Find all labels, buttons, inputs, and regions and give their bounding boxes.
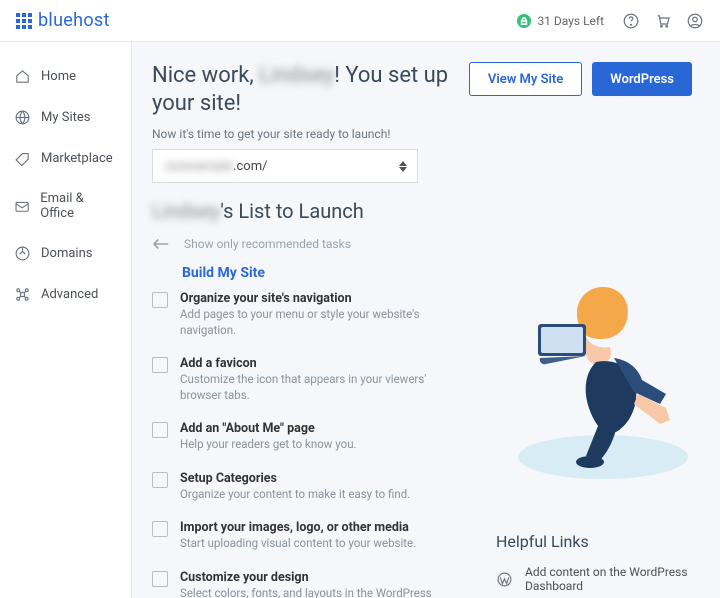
page-title: Nice work, Lindsey! You set up your site… <box>152 62 453 117</box>
site-selector[interactable]: ourexample.com/ <box>152 149 418 183</box>
sidebar: Home My Sites Marketplace Email & Office… <box>0 42 132 598</box>
task-checkbox[interactable] <box>152 472 168 488</box>
arrow-left-icon <box>152 238 170 250</box>
page-subtitle: Now it's time to get your site ready to … <box>152 127 453 141</box>
task-title: Add an "About Me" page <box>180 421 357 436</box>
task-desc: Organize your content to make it easy to… <box>180 487 410 503</box>
task-filter[interactable]: Show only recommended tasks <box>152 237 692 251</box>
task-desc: Select colors, fonts, and layouts in the… <box>180 586 442 598</box>
task-title: Organize your site's navigation <box>180 291 442 306</box>
helpful-links: Helpful Links Add content on the WordPre… <box>496 532 696 598</box>
cart-icon[interactable] <box>654 12 672 30</box>
task-item: Customize your designSelect colors, font… <box>152 570 442 598</box>
grid-icon <box>16 13 32 29</box>
task-item: Import your images, logo, or other media… <box>152 520 442 552</box>
task-checkbox[interactable] <box>152 357 168 373</box>
chevron-updown-icon <box>399 161 407 172</box>
task-checkbox[interactable] <box>152 292 168 308</box>
task-checkbox[interactable] <box>152 571 168 587</box>
username-redacted: Lindsey <box>152 199 220 223</box>
brand-text: bluehost <box>38 10 110 31</box>
task-title: Import your images, logo, or other media <box>180 520 416 535</box>
filter-label: Show only recommended tasks <box>184 237 351 251</box>
view-site-button[interactable]: View My Site <box>469 62 582 96</box>
main-content: Nice work, Lindsey! You set up your site… <box>132 42 720 598</box>
sidebar-item-label: Email & Office <box>40 191 117 221</box>
sidebar-item-domains[interactable]: Domains <box>0 233 131 274</box>
task-title: Customize your design <box>180 570 442 585</box>
task-checkbox[interactable] <box>152 521 168 537</box>
top-bar: bluehost 31 Days Left <box>0 0 720 42</box>
task-title: Setup Categories <box>180 471 410 486</box>
site-domain-redacted: ourexample <box>165 159 233 174</box>
sidebar-item-sites[interactable]: My Sites <box>0 97 131 138</box>
sidebar-item-label: Advanced <box>41 287 98 302</box>
task-item: Setup CategoriesOrganize your content to… <box>152 471 442 503</box>
helpful-link[interactable]: Add content on the WordPress Dashboard <box>496 565 696 593</box>
trial-indicator[interactable]: 31 Days Left <box>517 14 604 28</box>
task-item: Add an "About Me" pageHelp your readers … <box>152 421 442 453</box>
brand-logo[interactable]: bluehost <box>16 10 110 31</box>
launch-heading: Lindsey's List to Launch <box>152 199 692 223</box>
task-desc: Customize the icon that appears in your … <box>180 372 442 403</box>
person-laptop-illustration <box>508 262 698 482</box>
sidebar-item-marketplace[interactable]: Marketplace <box>0 138 131 179</box>
sidebar-item-advanced[interactable]: Advanced <box>0 274 131 315</box>
lock-icon <box>517 14 531 28</box>
sidebar-item-home[interactable]: Home <box>0 56 131 97</box>
help-icon[interactable] <box>622 12 640 30</box>
sidebar-item-label: Marketplace <box>41 151 113 166</box>
task-list: Organize your site's navigationAdd pages… <box>152 291 442 598</box>
helpful-link-label: Add content on the WordPress Dashboard <box>525 565 696 593</box>
task-title: Add a favicon <box>180 356 442 371</box>
sidebar-item-label: My Sites <box>41 110 90 125</box>
task-item: Organize your site's navigationAdd pages… <box>152 291 442 338</box>
wordpress-icon <box>496 571 513 588</box>
task-desc: Add pages to your menu or style your web… <box>180 307 442 338</box>
sidebar-item-email[interactable]: Email & Office <box>0 179 131 233</box>
sidebar-item-label: Domains <box>41 246 92 261</box>
trial-text: 31 Days Left <box>537 14 604 28</box>
task-item: Add a faviconCustomize the icon that app… <box>152 356 442 403</box>
wordpress-button[interactable]: WordPress <box>592 62 692 96</box>
account-icon[interactable] <box>686 12 704 30</box>
task-checkbox[interactable] <box>152 422 168 438</box>
sidebar-item-label: Home <box>41 69 76 84</box>
username-redacted: Lindsey <box>259 63 334 88</box>
task-desc: Start uploading visual content to your w… <box>180 536 416 552</box>
helpful-heading: Helpful Links <box>496 532 696 551</box>
task-desc: Help your readers get to know you. <box>180 437 357 453</box>
